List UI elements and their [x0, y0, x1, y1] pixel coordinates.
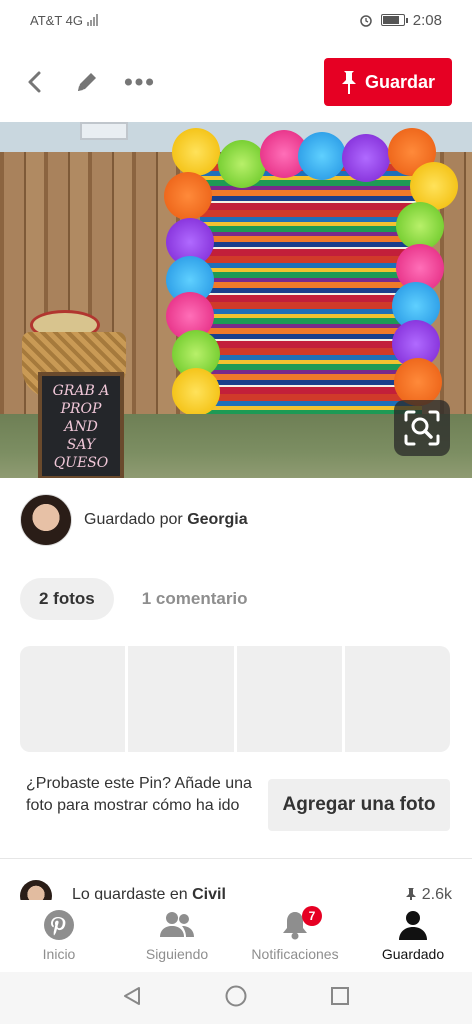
signal-icon: [86, 14, 98, 26]
profile-icon: [396, 908, 430, 942]
nav-notifications[interactable]: 7 Notificaciones: [236, 900, 354, 972]
photo-placeholder[interactable]: [344, 646, 450, 752]
add-photo-button[interactable]: Agregar una foto: [268, 779, 450, 831]
visual-search-button[interactable]: [394, 400, 450, 456]
photo-comment-tabs: 2 fotos 1 comentario: [20, 578, 248, 620]
nav-label: Siguiendo: [145, 946, 209, 962]
pencil-icon[interactable]: [72, 67, 102, 97]
chalkboard-sign: GRAB A PROP AND SAY QUESO: [38, 372, 124, 478]
serape-backdrop: [200, 164, 422, 434]
saved-by-text: Guardado por Georgia: [84, 511, 248, 529]
pom-pom: [172, 128, 220, 176]
pushpin-icon: [341, 71, 356, 94]
photo-placeholder[interactable]: [128, 646, 234, 752]
carrier-label: AT&T 4G: [30, 12, 83, 28]
home-circle-icon[interactable]: [224, 984, 248, 1013]
photo-placeholder[interactable]: [236, 646, 342, 752]
clock: 2:08: [412, 11, 442, 29]
nav-label: Inicio: [42, 946, 76, 962]
avatar[interactable]: [20, 494, 72, 546]
saved-to-board-row[interactable]: Lo guardaste en Civil 2.6k: [20, 880, 452, 902]
recents-square-icon[interactable]: [329, 985, 351, 1012]
pom-pom: [394, 358, 442, 406]
pin-toolbar: Guardar: [0, 52, 472, 112]
status-left: AT&T 4G: [30, 13, 98, 28]
bell-icon: 7: [278, 906, 322, 942]
saved-by-row[interactable]: Guardado por Georgia: [20, 494, 248, 546]
notification-badge: 7: [302, 906, 322, 926]
saved-by-prefix: Guardado por: [84, 511, 183, 528]
battery-icon: [380, 14, 408, 26]
pom-pom: [298, 132, 346, 180]
pom-pom: [172, 368, 220, 416]
people-icon: [160, 908, 194, 942]
chalkboard-line: QUESO: [53, 455, 109, 471]
chalkboard-line: SAY: [66, 437, 96, 453]
pom-pom: [164, 172, 212, 220]
pom-pom: [396, 202, 444, 250]
system-nav-bar: [0, 972, 472, 1024]
nav-home[interactable]: Inicio: [0, 900, 118, 972]
tab-comments[interactable]: 1 comentario: [142, 578, 248, 620]
pom-pom: [342, 134, 390, 182]
nav-following[interactable]: Siguiendo: [118, 900, 236, 972]
bottom-nav: Inicio Siguiendo 7 Notificaciones Guarda…: [0, 900, 472, 972]
save-button-label: Guardar: [364, 71, 436, 92]
chevron-left-icon[interactable]: [20, 67, 50, 97]
chalkboard-line: GRAB A: [52, 383, 110, 399]
visual-search-icon: [404, 410, 440, 446]
photo-placeholder[interactable]: [20, 646, 126, 752]
avatar: [20, 880, 52, 902]
save-button[interactable]: Guardar: [324, 58, 452, 106]
tab-photos[interactable]: 2 fotos: [20, 578, 114, 620]
tried-prompt: ¿Probaste este Pin? Añade una foto para …: [26, 775, 252, 814]
saved-by-name[interactable]: Georgia: [187, 511, 247, 528]
divider: [0, 858, 472, 859]
back-triangle-icon[interactable]: [121, 985, 143, 1012]
house-window: [80, 122, 128, 140]
status-bar: AT&T 4G 2:08: [0, 0, 472, 40]
nav-label: Notificaciones: [251, 946, 339, 962]
alarm-icon: [360, 15, 372, 27]
status-right: 2:08: [359, 12, 442, 29]
nav-saved[interactable]: Guardado: [354, 900, 472, 972]
chalkboard-line: PROP AND: [60, 401, 102, 435]
photo-grid: [20, 646, 450, 752]
pinterest-logo-icon: [42, 908, 76, 942]
pom-pom: [218, 140, 266, 188]
nav-label: Guardado: [381, 946, 445, 962]
more-horizontal-icon[interactable]: [124, 67, 154, 97]
